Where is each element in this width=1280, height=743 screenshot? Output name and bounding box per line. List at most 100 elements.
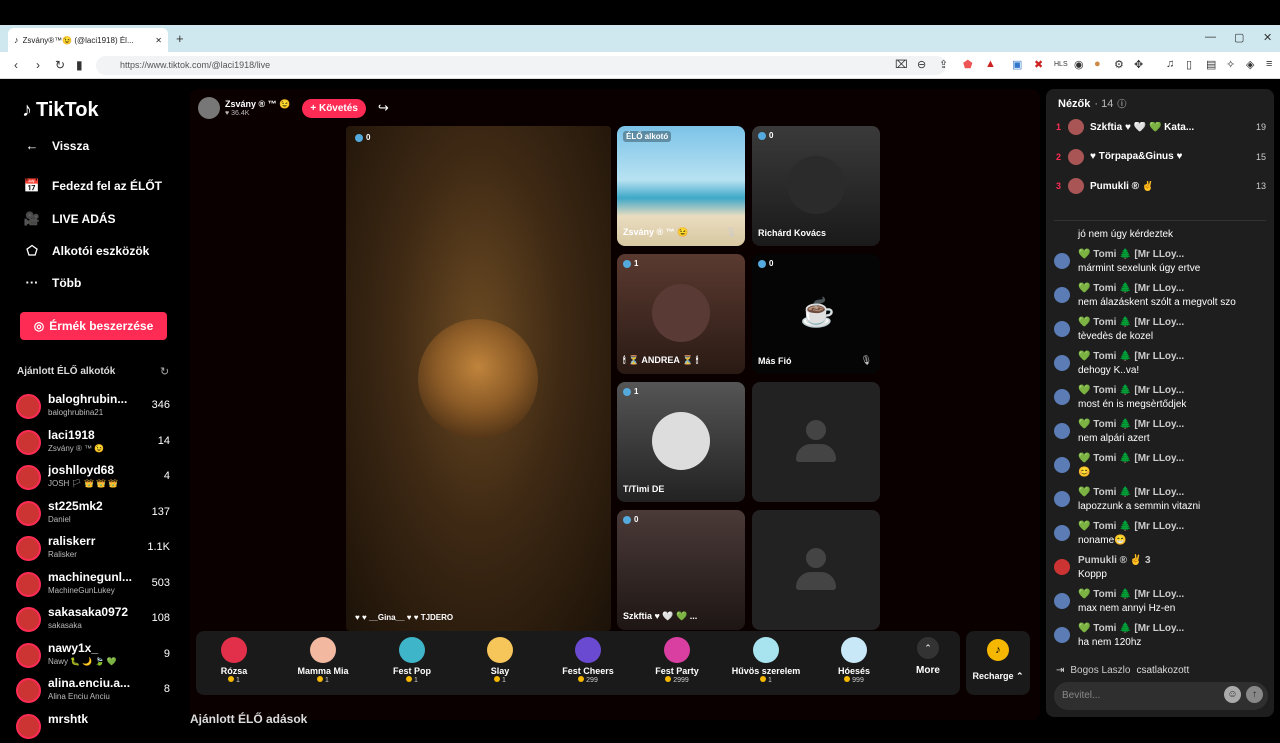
guest-name: Zsvány ® ™ 😉 [623,227,689,237]
guest-tile[interactable]: 1 T/Timi DE [617,382,745,502]
new-tab-button[interactable]: + [176,31,184,46]
recommended-creator[interactable]: raliskerr Ralisker 1.1K [16,531,176,565]
recommended-creator[interactable]: laci1918 Zsvány ® ™ 😉 14 [16,425,176,459]
refresh-icon[interactable]: ↻ [160,365,169,378]
gift-price-value: 1 [236,677,240,684]
commenter-name: 💚 Tomi 🌲 [Mr LLoy... [1078,249,1185,260]
gift-item[interactable]: Fest Cheers 299 [548,635,628,684]
recommended-creator[interactable]: machinegunl... MachineGunLukey 503 [16,567,176,601]
get-coins-button[interactable]: ◎ Érmék beszerzése [20,312,167,340]
gift-item[interactable]: Hóesés 999 [814,635,894,684]
top-viewer-row[interactable]: 2 ♥ Törpapa&Ginus ♥ 15 [1056,146,1266,168]
empty-user-icon [796,548,836,592]
tab-close-icon[interactable]: ✕ [155,36,162,45]
share-icon[interactable]: ↪ [378,100,389,116]
browser-tab[interactable]: ♪ Zsvány®™😉 (@laci1918) Él... ✕ [8,28,168,52]
send-icon[interactable]: ↑ [1246,686,1263,703]
forward-arrow-icon[interactable]: › [36,58,40,72]
gift-item[interactable]: Mamma Mia 1 [283,635,363,684]
host-name[interactable]: Zsvány ® ™ 😉 [225,99,290,110]
creator-name: sakasaka0972 [48,605,129,619]
top-viewer-row[interactable]: 1 Szkftia ♥ 🤍 💚 Kata... 19 [1056,116,1266,138]
empty-guest-slot[interactable] [752,382,880,502]
translate-icon[interactable]: ⌧ [895,58,908,71]
gift-name: Hűvös szerelem [731,666,801,676]
recommended-creator[interactable]: joshlloyd68 JOSH 🏳 👑 👑 👑 4 [16,460,176,494]
creator-nickname: Zsvány ® ™ 😉 [48,443,105,453]
url-field[interactable]: https://www.tiktok.com/@laci1918/live [96,56,946,75]
host-avatar[interactable] [198,97,220,119]
gift-item[interactable]: Fest Party 2999 [637,635,717,684]
chat-message[interactable]: 💚 Tomi 🌲 [Mr LLoy... tèvedès de kozel [1052,317,1270,347]
chat-message[interactable]: 💚 Tomi 🌲 [Mr LLoy... nem álazáskent szólt… [1052,283,1270,313]
sidebar-item-3[interactable]: ⬠ Alkotói eszközök [22,243,149,259]
recommended-creator[interactable]: st225mk2 Daniel 137 [16,496,176,530]
extension-hls-icon[interactable]: HLS [1054,61,1068,68]
commenter-name: 💚 Tomi 🌲 [Mr LLoy... [1078,623,1185,634]
commenter-avatar [1054,559,1070,575]
menu-icon[interactable]: ≡ [1266,58,1272,70]
media-icon[interactable]: ♫ [1166,58,1174,70]
leo-icon[interactable]: ✧ [1226,58,1235,71]
chat-message[interactable]: 💚 Tomi 🌲 [Mr LLoy... ha nem 120hz [1052,623,1270,653]
maximize-button[interactable]: ▢ [1234,31,1244,44]
close-window-button[interactable]: ✕ [1263,31,1272,44]
chat-message[interactable]: 💚 Tomi 🌲 [Mr LLoy... most én is megsèrtőd… [1052,385,1270,415]
chat-message[interactable]: 💚 Tomi 🌲 [Mr LLoy... noname😁 [1052,521,1270,551]
gift-item[interactable]: Slay 1 [460,635,540,684]
sidebar-item-4[interactable]: ··· Több [22,275,82,290]
chat-message[interactable]: 💚 Tomi 🌲 [Mr LLoy... mármint sexelunk úgy… [1052,249,1270,279]
sidebar-item-1[interactable]: 📅 Fedezd fel az ÉLŐT [22,178,162,194]
recommended-creator[interactable]: sakasaka0972 sakasaka 108 [16,602,176,636]
zoom-icon[interactable]: ⊖ [917,58,926,71]
top-viewer-row[interactable]: 3 Pumukli ® ✌ 13 [1056,175,1266,197]
recommended-creator[interactable]: nawy1x_ Nawy 🐛 🌙 🍃 💚 9 [16,638,176,672]
gift-icon [575,637,601,663]
chat-message[interactable]: 💚 Tomi 🌲 [Mr LLoy... lapozzunk a semmin v… [1052,487,1270,517]
chat-message[interactable]: Pumukli ® ✌ 3 Koppp [1052,555,1270,585]
recharge-button[interactable]: ♪ Recharge ⌃ [966,631,1030,695]
recommended-creator[interactable]: baloghrubin... baloghrubina21 346 [16,389,176,423]
chat-message[interactable]: 💚 Tomi 🌲 [Mr LLoy... max nem annyi Hz-en [1052,589,1270,619]
chat-message[interactable]: 💚 Tomi 🌲 [Mr LLoy... 😊 [1052,453,1270,483]
sidebar-item-2[interactable]: 🎥 LIVE ADÁS [22,211,116,227]
gift-item[interactable]: Fest Pop 1 [372,635,452,684]
minimize-button[interactable]: — [1205,31,1216,43]
gift-price-value: 999 [852,677,864,684]
info-icon[interactable]: ⓘ [1117,97,1126,110]
vpn-icon[interactable]: ◈ [1246,58,1254,71]
recommended-creator[interactable]: mrshtk [16,709,176,743]
chat-message[interactable]: 💚 Tomi 🌲 [Mr LLoy... dehogy K..va! [1052,351,1270,381]
guest-tile[interactable]: ÉLŐ alkotó Zsvány ® ™ 😉 🎙 [617,126,745,246]
extension-1-icon[interactable]: ▣ [1012,58,1022,71]
sidebar-toggle-icon[interactable]: ▯ [1186,58,1192,71]
extension-5-icon[interactable]: ⚙ [1114,58,1124,71]
reload-icon[interactable]: ↻ [55,58,65,72]
guest-tile[interactable]: 0 Szkftia ♥ 🤍 💚 ... [617,510,745,630]
tiktok-logo[interactable]: ♪ TikTok [22,99,99,122]
wallet-icon[interactable]: ▤ [1206,58,1216,71]
brave-shield-icon[interactable]: ⬟ [963,58,973,71]
sidebar-item-0[interactable]: ← Vissza [22,138,90,153]
empty-guest-slot[interactable] [752,510,880,630]
share-page-icon[interactable]: ⇪ [939,58,948,71]
follow-button[interactable]: + Követés [302,98,366,118]
joined-user-name[interactable]: Bogos Laszlo [1070,665,1130,676]
extension-4-icon[interactable]: ● [1094,58,1101,70]
gift-item[interactable]: Hűvös szerelem 1 [726,635,806,684]
guest-tile[interactable]: 1 🕯 ⏳ ANDREA ⏳ 🕯 [617,254,745,374]
emoji-icon[interactable]: ☺ [1224,686,1241,703]
extension-2-icon[interactable]: ✖ [1034,58,1043,71]
guest-tile[interactable]: 0 Richárd Kovács [752,126,880,246]
rewards-icon[interactable]: ▲ [985,58,996,70]
more-gifts-button[interactable]: ⌃ More [914,635,942,676]
extension-3-icon[interactable]: ◉ [1074,58,1084,71]
chat-message[interactable]: 💚 Tomi 🌲 [Mr LLoy... nem alpári azert [1052,419,1270,449]
gift-item[interactable]: Rózsa 1 [194,635,274,684]
guest-tile[interactable]: 0 ☕ Más Fió 🎙 [752,254,880,374]
viewer-name: ♥ Törpapa&Ginus ♥ [1090,151,1183,162]
puzzle-icon[interactable]: ✥ [1134,58,1143,71]
bookmark-icon[interactable]: ▮ [76,58,83,72]
back-arrow-icon[interactable]: ‹ [14,58,18,72]
recommended-creator[interactable]: alina.enciu.a... Alina Enciu Anciu 8 [16,673,176,707]
